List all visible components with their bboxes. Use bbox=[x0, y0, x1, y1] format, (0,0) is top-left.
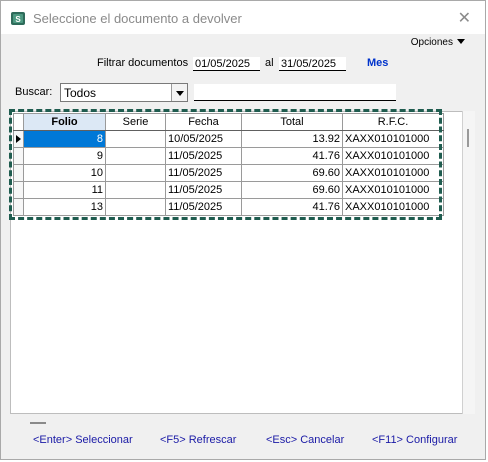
options-label: Opciones bbox=[410, 37, 453, 48]
cancel-shortcut-link[interactable]: <Esc> Cancelar bbox=[266, 434, 344, 446]
period-month-link[interactable]: Mes bbox=[367, 57, 388, 69]
serie-cell[interactable] bbox=[105, 147, 166, 165]
total-cell[interactable]: 69.60 bbox=[241, 164, 343, 182]
fecha-cell[interactable]: 11/05/2025 bbox=[165, 181, 242, 199]
table-row[interactable]: 13 11/05/2025 41.76 XAXX010101000 bbox=[13, 198, 444, 216]
rfc-cell[interactable]: XAXX010101000 bbox=[342, 198, 444, 216]
rfc-cell[interactable]: XAXX010101000 bbox=[342, 147, 444, 165]
folio-cell[interactable]: 11 bbox=[23, 181, 106, 199]
chevron-down-icon bbox=[176, 91, 184, 96]
window-title: Seleccione el documento a devolver bbox=[33, 11, 242, 26]
row-indicator bbox=[13, 164, 24, 182]
documents-table: Folio Serie Fecha Total R.F.C. 8 10/05/2… bbox=[13, 113, 444, 216]
select-shortcut-link[interactable]: <Enter> Seleccionar bbox=[33, 434, 133, 446]
scroll-thumb[interactable] bbox=[467, 129, 469, 147]
search-label: Buscar: bbox=[15, 86, 53, 98]
row-indicator bbox=[13, 181, 24, 199]
chevron-down-icon bbox=[457, 39, 465, 44]
search-input[interactable] bbox=[194, 84, 396, 101]
column-header-folio[interactable]: Folio bbox=[23, 113, 106, 131]
folio-cell[interactable]: 8 bbox=[23, 130, 106, 148]
table-row[interactable]: 9 11/05/2025 41.76 XAXX010101000 bbox=[13, 147, 444, 165]
configure-shortcut-link[interactable]: <F11> Configurar bbox=[372, 434, 457, 446]
search-scope-value: Todos bbox=[64, 86, 97, 100]
table-header-row: Folio Serie Fecha Total R.F.C. bbox=[13, 113, 444, 131]
options-menu-button[interactable]: Opciones bbox=[411, 37, 465, 48]
app-icon: S bbox=[11, 12, 25, 25]
table-row[interactable]: 8 10/05/2025 13.92 XAXX010101000 bbox=[13, 130, 444, 148]
refresh-shortcut-link[interactable]: <F5> Refrescar bbox=[160, 434, 236, 446]
folio-cell[interactable]: 13 bbox=[23, 198, 106, 216]
serie-cell[interactable] bbox=[105, 130, 166, 148]
column-header-total[interactable]: Total bbox=[241, 113, 343, 131]
column-header-rfc[interactable]: R.F.C. bbox=[342, 113, 444, 131]
fecha-cell[interactable]: 10/05/2025 bbox=[165, 130, 242, 148]
serie-cell[interactable] bbox=[105, 198, 166, 216]
serie-cell[interactable] bbox=[105, 164, 166, 182]
fecha-cell[interactable]: 11/05/2025 bbox=[165, 147, 242, 165]
table-row[interactable]: 11 11/05/2025 69.60 XAXX010101000 bbox=[13, 181, 444, 199]
date-from-field[interactable]: 01/05/2025 bbox=[193, 57, 260, 71]
column-header-serie[interactable]: Serie bbox=[105, 113, 166, 131]
vertical-scrollbar[interactable] bbox=[462, 111, 475, 414]
search-scope-select[interactable]: Todos bbox=[60, 83, 188, 102]
column-header-fecha[interactable]: Fecha bbox=[165, 113, 242, 131]
total-cell[interactable]: 41.76 bbox=[241, 198, 343, 216]
row-indicator-header bbox=[13, 113, 24, 131]
date-connector-label: al bbox=[265, 57, 274, 69]
title-bar: S Seleccione el documento a devolver ✕ bbox=[1, 1, 485, 34]
fecha-cell[interactable]: 11/05/2025 bbox=[165, 198, 242, 216]
folio-cell[interactable]: 10 bbox=[23, 164, 106, 182]
rfc-cell[interactable]: XAXX010101000 bbox=[342, 130, 444, 148]
filter-label: Filtrar documentos bbox=[97, 57, 189, 69]
folio-cell[interactable]: 9 bbox=[23, 147, 106, 165]
table-row[interactable]: 10 11/05/2025 69.60 XAXX010101000 bbox=[13, 164, 444, 182]
fecha-cell[interactable]: 11/05/2025 bbox=[165, 164, 242, 182]
total-cell[interactable]: 41.76 bbox=[241, 147, 343, 165]
row-indicator bbox=[13, 130, 24, 148]
rfc-cell[interactable]: XAXX010101000 bbox=[342, 181, 444, 199]
current-row-arrow-icon bbox=[16, 135, 21, 143]
dialog-window: S Seleccione el documento a devolver ✕ O… bbox=[0, 0, 486, 460]
serie-cell[interactable] bbox=[105, 181, 166, 199]
row-indicator bbox=[13, 198, 24, 216]
total-cell[interactable]: 69.60 bbox=[241, 181, 343, 199]
total-cell[interactable]: 13.92 bbox=[241, 130, 343, 148]
rfc-cell[interactable]: XAXX010101000 bbox=[342, 164, 444, 182]
horizontal-scroll-thumb[interactable] bbox=[30, 422, 46, 424]
close-icon[interactable]: ✕ bbox=[458, 8, 471, 28]
date-to-field[interactable]: 31/05/2025 bbox=[279, 57, 346, 71]
svg-text:S: S bbox=[15, 15, 21, 24]
row-indicator bbox=[13, 147, 24, 165]
dropdown-button[interactable] bbox=[171, 84, 187, 101]
